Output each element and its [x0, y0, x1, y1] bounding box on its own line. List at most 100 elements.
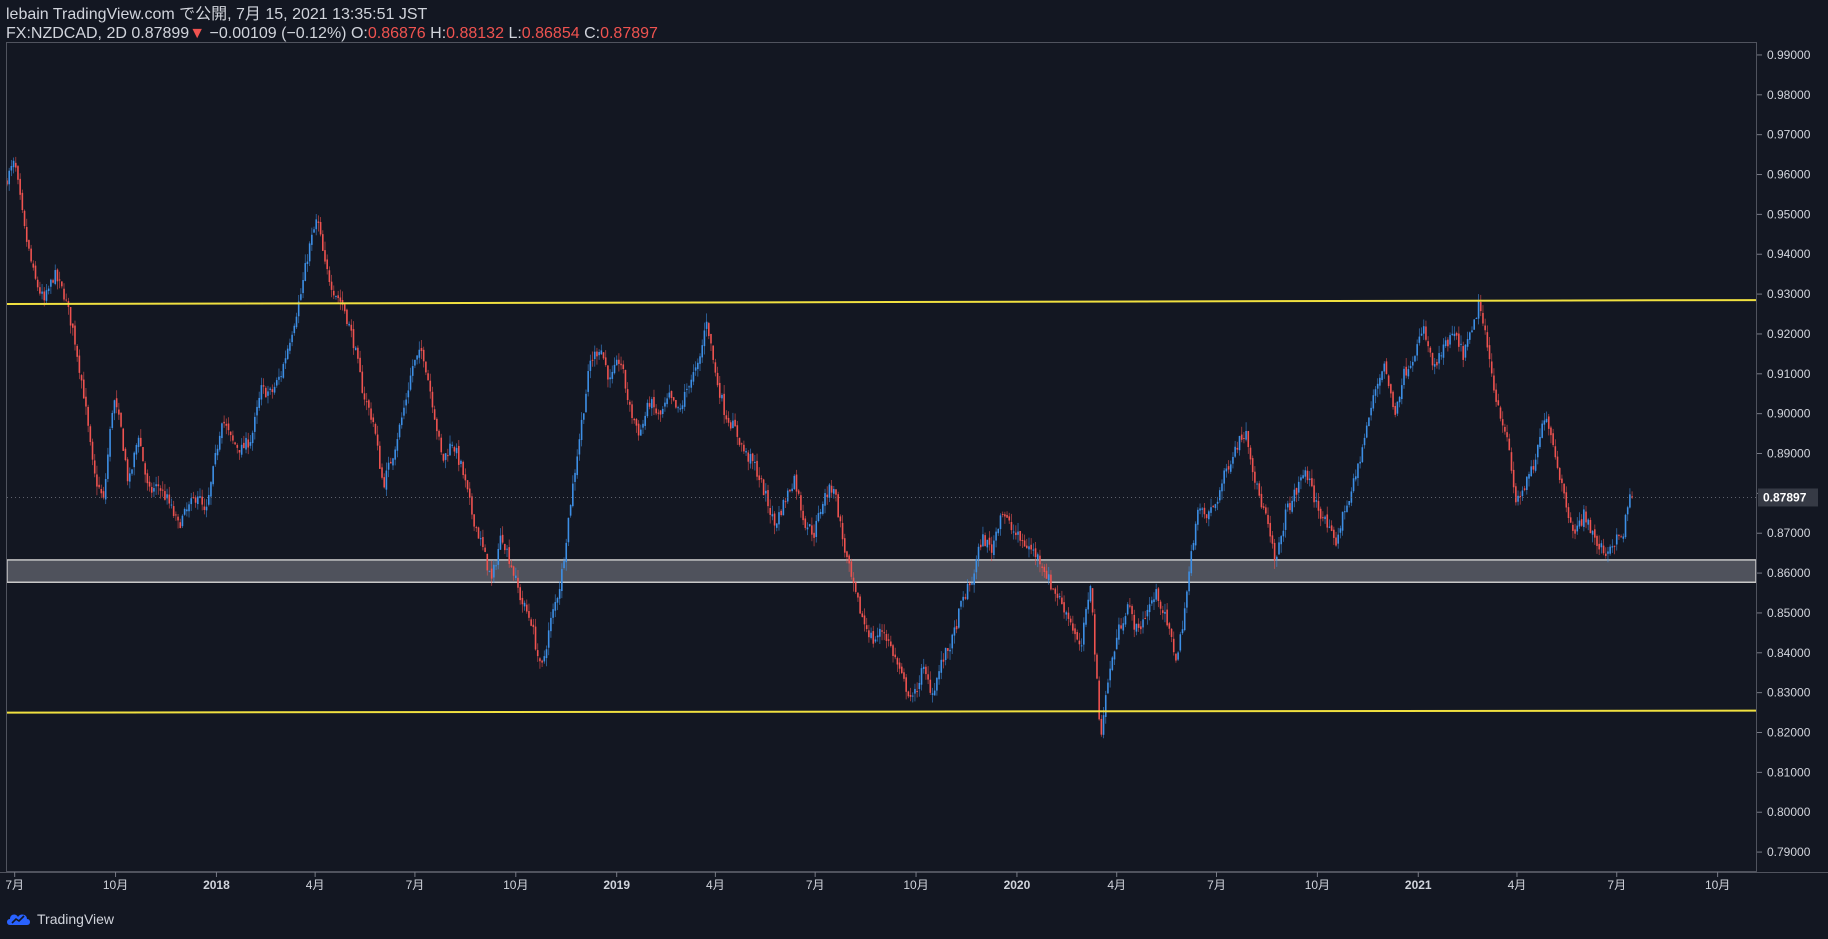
- candle-up: [523, 602, 526, 607]
- price-tick-label: 0.81000: [1767, 765, 1811, 779]
- candle-down: [468, 488, 471, 498]
- candle-up: [387, 462, 390, 470]
- candle-down: [1100, 718, 1103, 735]
- candle-up: [113, 400, 116, 414]
- candle-up: [999, 515, 1002, 530]
- candle-up: [701, 345, 704, 358]
- lower-trendline: [7, 709, 1756, 714]
- candle-up: [977, 546, 980, 560]
- candle-down: [1431, 352, 1434, 366]
- candle-up: [745, 451, 747, 453]
- candle-up: [786, 490, 789, 502]
- candle-down: [900, 666, 903, 674]
- candle-down: [979, 544, 982, 548]
- candle-up: [1469, 332, 1471, 340]
- candle-down: [530, 619, 532, 626]
- candle-down: [1313, 485, 1315, 503]
- candle-down: [30, 248, 32, 262]
- candle-up: [218, 435, 221, 450]
- candle-down: [374, 423, 377, 434]
- candle-down: [1490, 361, 1493, 374]
- support-zone[interactable]: [7, 559, 1756, 583]
- candle-up: [493, 564, 495, 578]
- candle-down: [1563, 483, 1565, 494]
- symbol-label[interactable]: FX:NZDCAD, 2D: [6, 25, 127, 42]
- candle-up: [585, 393, 587, 413]
- candle-up: [1194, 523, 1197, 546]
- candle-down: [379, 445, 381, 469]
- candle-down: [264, 387, 267, 398]
- candle-down: [756, 460, 758, 477]
- time-axis[interactable]: 7月 10月 2018 4月 7月 10月 2019 4月 7月 10月 2020 4月 7月 10月 20…: [5, 872, 1730, 892]
- candle-up: [1396, 401, 1399, 414]
- candle-down: [232, 435, 234, 441]
- candle-up: [1526, 476, 1528, 491]
- trendlines[interactable]: [7, 299, 1756, 714]
- candle-up: [1607, 551, 1609, 554]
- candle-up: [578, 439, 581, 455]
- candle-up: [1376, 383, 1379, 389]
- candle-down: [1326, 514, 1329, 528]
- candle-down: [21, 192, 24, 211]
- candle-down: [1056, 593, 1059, 598]
- candle-down: [892, 645, 894, 657]
- candle-down: [464, 474, 467, 481]
- candle-down: [675, 400, 677, 408]
- candle-down: [179, 522, 182, 529]
- candle-up: [153, 488, 155, 492]
- candle-up: [1418, 336, 1421, 343]
- candle-up: [543, 656, 546, 662]
- candle-down: [39, 287, 41, 294]
- candle-up: [135, 444, 138, 455]
- candle-down: [769, 507, 771, 515]
- candle-up: [1341, 511, 1344, 531]
- time-tick-label: 7月: [806, 878, 825, 892]
- candle-down: [1572, 524, 1574, 531]
- price-tick-label: 0.99000: [1767, 48, 1811, 62]
- candle-up: [1339, 528, 1342, 533]
- candle-up: [940, 659, 943, 673]
- price-axis[interactable]: 0.99000 0.98000 0.97000 0.96000 0.95000 0.940…: [1757, 48, 1811, 859]
- candle-down: [139, 437, 142, 447]
- candle-down: [1618, 535, 1620, 537]
- candle-down: [61, 281, 63, 287]
- candle-up: [1065, 612, 1068, 615]
- candle-down: [596, 351, 598, 357]
- candle-up: [922, 666, 925, 669]
- candle-down: [124, 448, 127, 461]
- candle-up: [914, 688, 916, 694]
- candle-down: [262, 385, 265, 387]
- time-tick-label: 2020: [1004, 878, 1031, 892]
- candle-up: [205, 506, 208, 511]
- candle-down: [751, 453, 754, 462]
- price-tick-label: 0.94000: [1767, 247, 1811, 261]
- candle-down: [1504, 426, 1506, 432]
- open-value: 0.86876: [367, 25, 426, 42]
- candle-down: [854, 582, 857, 592]
- candle-down: [1455, 332, 1458, 336]
- price-chart[interactable]: 0.99000 0.98000 0.97000 0.96000 0.95000 0.940…: [0, 0, 1828, 939]
- candle-down: [743, 444, 745, 452]
- candle-up: [692, 372, 695, 382]
- candle-up: [1245, 430, 1247, 440]
- price-tick-label: 0.83000: [1767, 686, 1811, 700]
- candle-up: [186, 509, 188, 512]
- candle-down: [1567, 507, 1570, 519]
- candle-up: [1047, 574, 1050, 581]
- candle-down: [528, 611, 530, 618]
- candle-up: [258, 397, 261, 408]
- candle-up: [1293, 489, 1296, 502]
- candle-up: [1539, 436, 1541, 448]
- candle-down: [1515, 486, 1517, 503]
- candle-up: [8, 170, 10, 185]
- candle-down: [1030, 544, 1032, 550]
- footer-brand[interactable]: TradingView: [6, 911, 114, 927]
- candle-down: [718, 382, 721, 398]
- plot-border: [6, 42, 1757, 872]
- candle-down: [707, 323, 710, 337]
- candle-up: [1337, 534, 1340, 544]
- candle-down: [1295, 487, 1298, 495]
- candle-up: [936, 677, 938, 691]
- candle-up: [269, 388, 271, 390]
- candle-down: [71, 323, 74, 328]
